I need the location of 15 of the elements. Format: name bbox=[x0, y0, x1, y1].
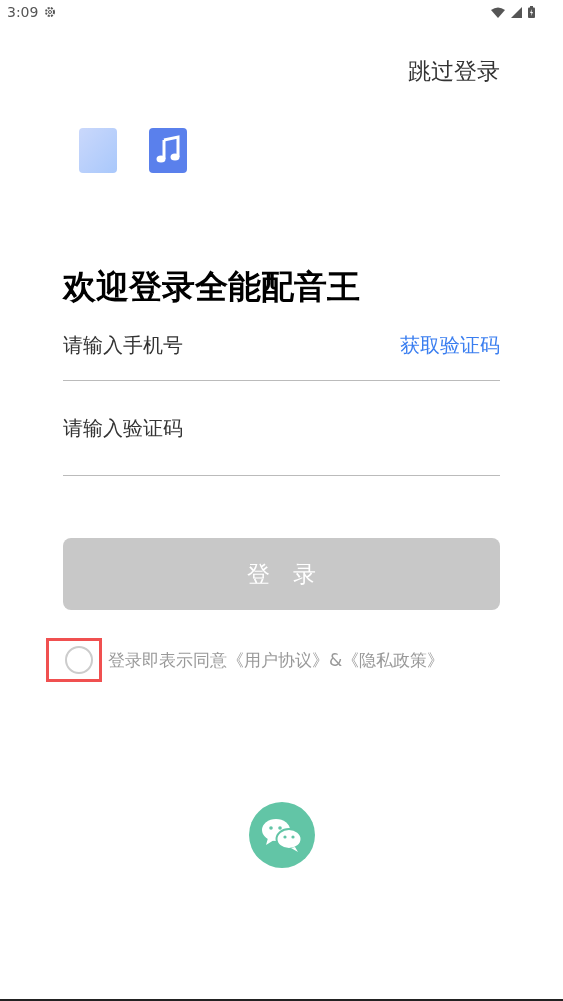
get-code-link[interactable]: 获取验证码 bbox=[400, 331, 500, 359]
status-time: 3:09 bbox=[7, 4, 39, 20]
wifi-icon bbox=[491, 6, 505, 18]
agreement-text: 登录即表示同意《用户协议》&《隐私政策》 bbox=[108, 648, 445, 672]
phone-input[interactable]: 请输入手机号 bbox=[63, 333, 400, 357]
chat-bubbles-icon bbox=[260, 817, 303, 853]
welcome-title: 欢迎登录全能配音王 bbox=[63, 266, 361, 308]
signal-icon bbox=[511, 6, 522, 18]
agreement-checkbox[interactable] bbox=[65, 646, 93, 674]
blank-app-icon bbox=[79, 128, 117, 173]
code-input[interactable]: 请输入验证码 bbox=[63, 416, 500, 440]
battery-icon bbox=[528, 6, 535, 18]
music-note-icon bbox=[149, 128, 187, 173]
gear-icon bbox=[44, 6, 57, 18]
skip-login-link[interactable]: 跳过登录 bbox=[408, 56, 500, 87]
